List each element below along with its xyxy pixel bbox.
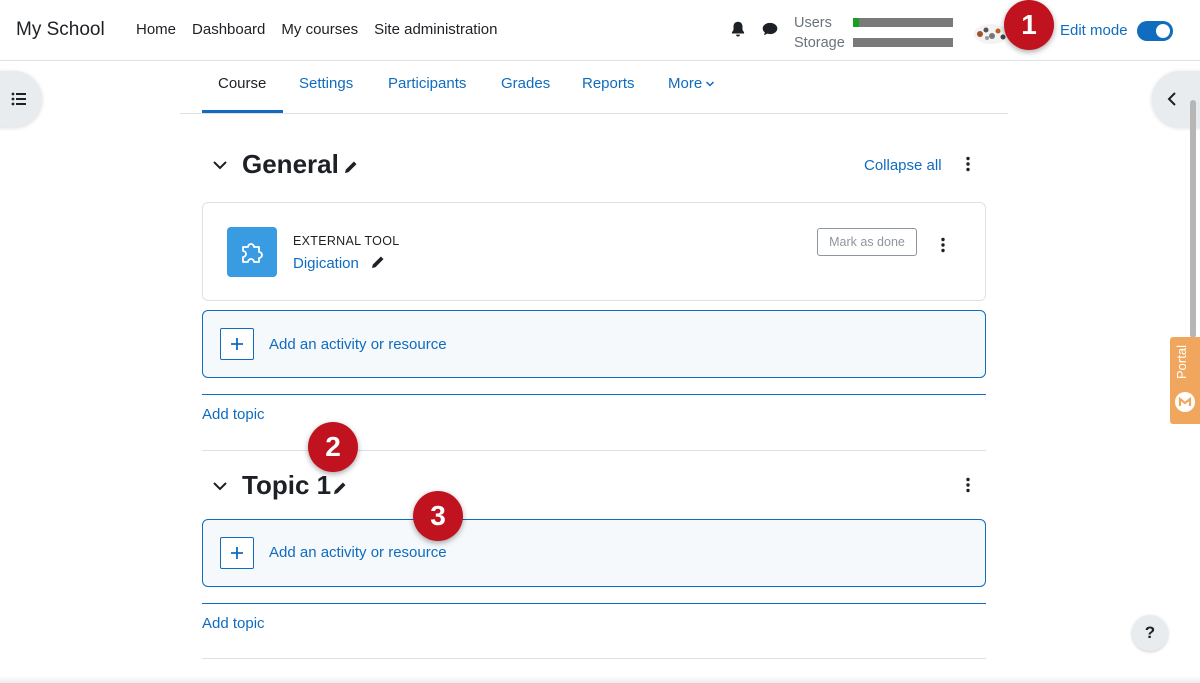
activity-name-link[interactable]: Digication [293, 255, 359, 272]
activity-kebab-icon[interactable] [940, 237, 946, 253]
quota-users-label: Users [794, 15, 832, 31]
page-scrollbar[interactable] [1190, 100, 1196, 338]
edit-mode-label: Edit mode [1060, 22, 1128, 39]
nav-site-administration[interactable]: Site administration [374, 21, 497, 38]
portal-logo-icon [1175, 392, 1195, 412]
top-navbar: My School Home Dashboard My courses Site… [0, 0, 1200, 61]
add-activity-topic1-button[interactable]: Add an activity or resource [202, 519, 986, 587]
activity-card-digication: EXTERNAL TOOL Digication Mark as done [202, 202, 986, 301]
add-activity-general-button[interactable]: Add an activity or resource [202, 310, 986, 378]
site-brand[interactable]: My School [16, 19, 105, 41]
quota-labels: Users Storage [794, 13, 845, 53]
portal-label: Portal [1174, 345, 1189, 379]
edit-mode-toggle[interactable] [1137, 21, 1173, 41]
bell-icon[interactable] [729, 20, 747, 38]
nav-dashboard[interactable]: Dashboard [192, 21, 265, 38]
tab-participants[interactable]: Participants [388, 75, 466, 92]
plus-glyph [231, 547, 243, 559]
external-tool-icon [227, 227, 277, 277]
add-topic-divider [202, 603, 986, 604]
activity-type-label: EXTERNAL TOOL [293, 234, 400, 248]
course-index-drawer-toggle[interactable] [0, 71, 42, 127]
tab-grades[interactable]: Grades [501, 75, 550, 92]
add-topic-divider [202, 394, 986, 395]
nav-home[interactable]: Home [136, 21, 176, 38]
course-secondary-nav: Course Settings Participants Grades Repo… [180, 61, 1008, 114]
mark-as-done-button[interactable]: Mark as done [817, 228, 917, 256]
quota-storage-label: Storage [794, 35, 845, 51]
chevron-down-icon [706, 81, 715, 87]
quota-storage-bar [853, 38, 953, 47]
add-topic-link-topic1[interactable]: Add topic [202, 615, 265, 632]
section-title-topic-1[interactable]: Topic 1 [242, 470, 331, 501]
primary-nav: Home Dashboard My courses Site administr… [136, 21, 514, 38]
add-topic-link-general[interactable]: Add topic [202, 406, 265, 423]
active-tab-underline [202, 110, 283, 113]
edit-activity-name-pencil-icon[interactable] [370, 254, 386, 270]
list-icon [11, 92, 26, 106]
collapse-general-chevron-icon[interactable] [212, 157, 228, 173]
callout-3: 3 [413, 491, 463, 541]
nav-my-courses[interactable]: My courses [281, 21, 358, 38]
tab-reports[interactable]: Reports [582, 75, 635, 92]
general-section-kebab-icon[interactable] [965, 156, 971, 172]
toggle-knob [1156, 24, 1170, 38]
chevron-left-icon [1167, 92, 1176, 106]
collapse-topic1-chevron-icon[interactable] [212, 478, 228, 494]
plus-icon [220, 537, 254, 569]
add-activity-label: Add an activity or resource [269, 336, 447, 353]
quota-users-fill [853, 18, 859, 27]
tab-more-label: More [668, 75, 703, 92]
add-activity-label: Add an activity or resource [269, 544, 447, 561]
callout-1: 1 [1004, 0, 1054, 50]
section-divider [202, 658, 986, 659]
tab-course[interactable]: Course [218, 75, 266, 92]
callout-2: 2 [308, 422, 358, 472]
tab-more[interactable]: More [668, 75, 715, 92]
collapse-all-link[interactable]: Collapse all [864, 157, 942, 174]
edit-topic1-title-pencil-icon[interactable] [332, 480, 348, 496]
help-button[interactable]: ? [1132, 615, 1168, 651]
puzzle-icon [242, 243, 263, 263]
page-bottom-edge [0, 676, 1200, 683]
topic1-section-kebab-icon[interactable] [965, 477, 971, 493]
edit-general-title-pencil-icon[interactable] [343, 159, 359, 175]
plus-icon [220, 328, 254, 360]
quota-users-bar [853, 18, 953, 27]
tab-settings[interactable]: Settings [299, 75, 353, 92]
chat-icon[interactable] [761, 20, 779, 38]
portal-side-tab[interactable]: Portal [1170, 337, 1200, 424]
plus-glyph [231, 338, 243, 350]
section-title-general[interactable]: General [242, 149, 339, 180]
